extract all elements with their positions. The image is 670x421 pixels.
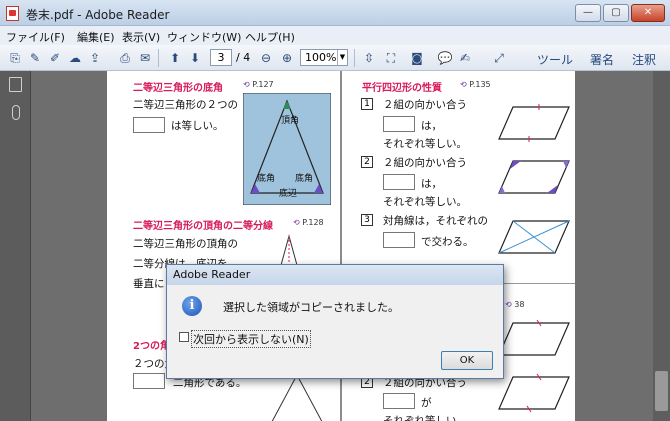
dont-show-again-checkbox[interactable] bbox=[179, 332, 189, 342]
menu-window[interactable]: ウィンドウ(W) bbox=[167, 29, 241, 45]
parallelogram-figure bbox=[498, 319, 570, 356]
comment-pane-button[interactable]: 注釈 bbox=[632, 51, 656, 68]
page-total: / 4 bbox=[236, 51, 251, 64]
answer-blank bbox=[383, 393, 415, 409]
export-pdf-icon[interactable]: ✎ bbox=[26, 49, 44, 67]
answer-blank bbox=[383, 232, 415, 248]
create-pdf-icon[interactable]: ⎘ bbox=[6, 49, 24, 67]
parallelogram-diagonals-figure bbox=[498, 220, 570, 254]
page-reference: P.128 bbox=[293, 218, 323, 227]
next-page-icon[interactable]: ⬇ bbox=[186, 49, 204, 67]
parallelogram-angles-figure bbox=[498, 160, 570, 194]
parallelogram-figure bbox=[498, 104, 570, 142]
answer-blank bbox=[133, 117, 165, 133]
answer-blank bbox=[383, 116, 415, 132]
menu-edit[interactable]: 編集(E) bbox=[77, 29, 115, 45]
minimize-button[interactable]: — bbox=[575, 4, 601, 22]
body-text: は等しい。 bbox=[171, 120, 224, 132]
window-title: 巻末.pdf - Adobe Reader bbox=[26, 8, 170, 22]
tools-pane-button[interactable]: ツール bbox=[537, 51, 573, 68]
item-number: 1 bbox=[361, 98, 373, 110]
body-text: 垂直に bbox=[133, 278, 165, 290]
menu-file[interactable]: ファイル(F) bbox=[6, 29, 65, 45]
body-text: 二等辺三角形の頂角の bbox=[133, 238, 238, 250]
label-base-angle: 底角 bbox=[295, 174, 314, 184]
dialog-title: Adobe Reader bbox=[173, 268, 251, 281]
body-text: それぞれ等しい。 bbox=[383, 138, 467, 150]
body-text: が bbox=[421, 397, 432, 409]
body-text: は， bbox=[421, 178, 442, 190]
dont-show-again-label[interactable]: 次回から表示しない(N) bbox=[191, 330, 311, 348]
label-base: 底辺 bbox=[279, 189, 298, 199]
body-text: ２組の向かい合う bbox=[383, 99, 467, 111]
email-icon[interactable]: ✉ bbox=[136, 49, 154, 67]
snapshot-icon[interactable]: ◙ bbox=[408, 49, 426, 67]
body-text: は， bbox=[421, 120, 442, 132]
body-text: それぞれ等しい bbox=[383, 415, 457, 421]
print-icon[interactable]: ⎙ bbox=[116, 49, 134, 67]
attachments-icon[interactable] bbox=[12, 105, 20, 120]
fit-page-icon[interactable]: ⇳ bbox=[360, 49, 378, 67]
fit-width-icon[interactable]: ⛶ bbox=[382, 49, 400, 67]
heading-bisector: 二等辺三角形の頂角の二等分線 bbox=[133, 221, 273, 232]
answer-blank bbox=[133, 373, 165, 389]
body-text: ２組の向かい合う bbox=[383, 157, 467, 169]
highlight-icon[interactable]: ✍ bbox=[456, 49, 474, 67]
body-text: 二等辺三角形の２つの bbox=[133, 99, 238, 111]
toolbar-separator bbox=[354, 49, 355, 67]
page-reference: P.127 bbox=[243, 80, 273, 89]
heading-two-angles: 2つの角 bbox=[133, 341, 170, 352]
edit-pdf-icon[interactable]: ✐ bbox=[46, 49, 64, 67]
zoom-value: 100% bbox=[305, 51, 337, 64]
copy-confirmation-dialog: Adobe Reader i 選択した領域がコピーされました。 次回から表示しな… bbox=[166, 264, 504, 379]
previous-page-icon[interactable]: ⬆ bbox=[166, 49, 184, 67]
chevron-down-icon[interactable]: ▼ bbox=[337, 50, 347, 65]
answer-blank bbox=[383, 174, 415, 190]
full-screen-icon[interactable]: ⤢ bbox=[490, 49, 508, 67]
pdf-file-icon bbox=[6, 6, 19, 21]
menu-view[interactable]: 表示(V) bbox=[122, 29, 160, 45]
sign-pane-button[interactable]: 署名 bbox=[590, 51, 614, 68]
heading-parallelogram: 平行四辺形の性質 bbox=[362, 83, 442, 94]
dialog-message: 選択した領域がコピーされました。 bbox=[223, 301, 399, 314]
share-icon[interactable]: ⇪ bbox=[86, 49, 104, 67]
label-apex-angle: 頂角 bbox=[281, 116, 300, 126]
upload-cloud-icon[interactable]: ☁ bbox=[66, 49, 84, 67]
dialog-title-bar: Adobe Reader bbox=[167, 265, 503, 285]
zoom-out-icon[interactable]: ⊖ bbox=[257, 49, 275, 67]
navigation-panel bbox=[0, 71, 31, 421]
body-text: 対角線は，それぞれの bbox=[383, 215, 488, 227]
title-bar: 巻末.pdf - Adobe Reader — ▢ ✕ bbox=[0, 0, 670, 26]
menu-bar: ファイル(F) 編集(E) 表示(V) ウィンドウ(W) ヘルプ(H) bbox=[0, 26, 670, 45]
vertical-scrollbar[interactable] bbox=[653, 71, 670, 421]
maximize-button[interactable]: ▢ bbox=[603, 4, 629, 22]
page-thumbnails-icon[interactable] bbox=[9, 77, 22, 92]
toolbar: ⎘ ✎ ✐ ☁ ⇪ ⎙ ✉ ⬆ ⬇ 3 / 4 ⊖ ⊕ 100% ▼ ⇳ ⛶ ◙… bbox=[0, 45, 670, 71]
zoom-in-icon[interactable]: ⊕ bbox=[278, 49, 296, 67]
item-number: 2 bbox=[361, 156, 373, 168]
ok-button[interactable]: OK bbox=[441, 351, 493, 370]
item-number: 3 bbox=[361, 214, 373, 226]
page-reference-fragment: 38 bbox=[505, 300, 524, 309]
toolbar-separator bbox=[158, 49, 159, 67]
page-number-input[interactable]: 3 bbox=[210, 49, 232, 66]
menu-help[interactable]: ヘルプ(H) bbox=[245, 29, 295, 45]
zoom-select[interactable]: 100% ▼ bbox=[300, 49, 348, 66]
info-icon: i bbox=[182, 296, 202, 316]
scroll-thumb[interactable] bbox=[655, 371, 668, 411]
page-reference: P.135 bbox=[460, 80, 490, 89]
heading-isosceles-base-angles: 二等辺三角形の底角 bbox=[133, 83, 223, 94]
comment-icon[interactable]: 💬 bbox=[436, 49, 454, 67]
body-text: で交わる。 bbox=[421, 236, 474, 248]
body-text: それぞれ等しい。 bbox=[383, 196, 467, 208]
label-base-angle: 底角 bbox=[257, 174, 276, 184]
close-button[interactable]: ✕ bbox=[631, 4, 665, 22]
parallelogram-figure bbox=[498, 373, 570, 413]
